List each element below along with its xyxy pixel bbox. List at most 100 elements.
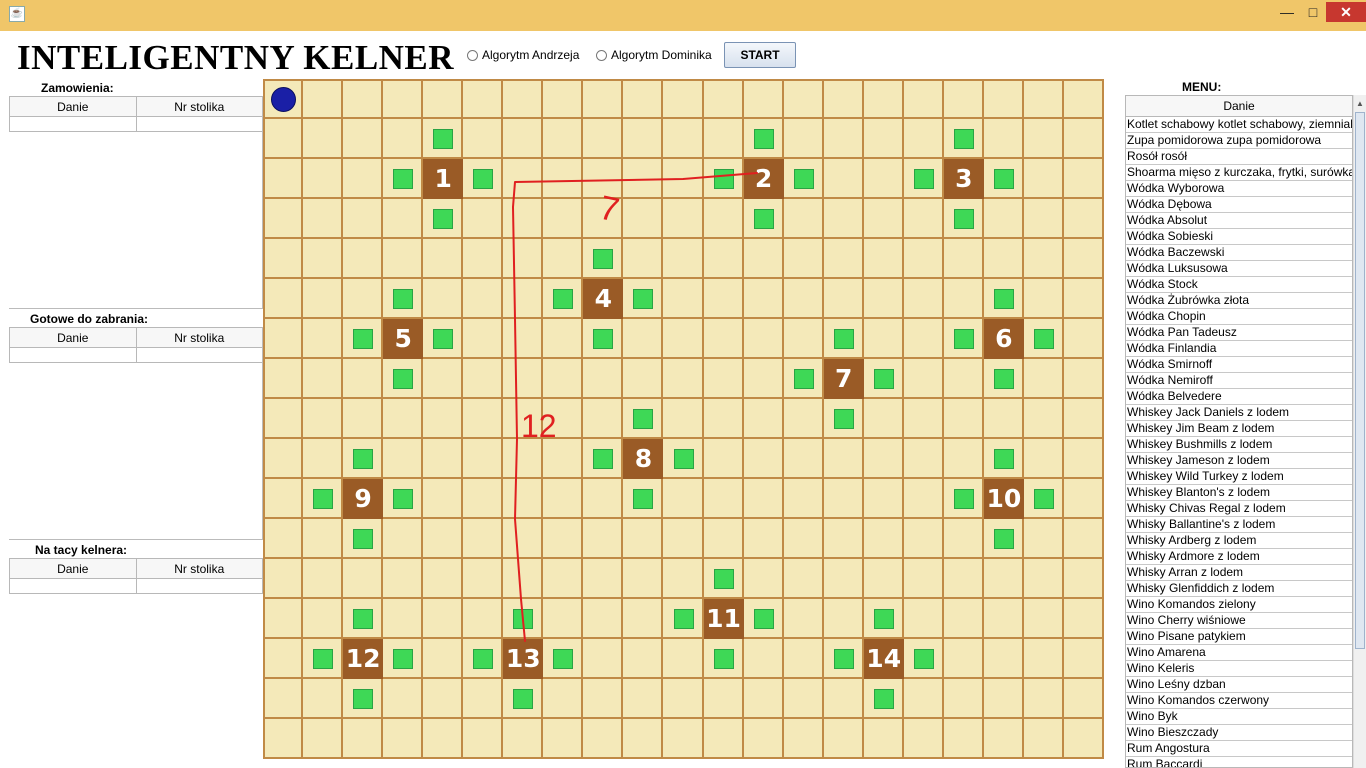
grid-cell[interactable] bbox=[743, 399, 784, 439]
grid-cell[interactable] bbox=[783, 239, 824, 279]
grid-cell[interactable] bbox=[383, 439, 424, 479]
menu-item[interactable]: Wódka Pan Tadeusz bbox=[1126, 325, 1352, 341]
grid-cell[interactable] bbox=[663, 479, 704, 519]
grid-cell[interactable] bbox=[343, 559, 384, 599]
grid-cell[interactable] bbox=[1023, 639, 1064, 679]
grid-cell[interactable] bbox=[983, 79, 1024, 119]
grid-cell[interactable] bbox=[1023, 559, 1064, 599]
grid-cell[interactable] bbox=[263, 599, 304, 639]
grid-cell[interactable] bbox=[703, 319, 744, 359]
grid-cell[interactable] bbox=[863, 559, 904, 599]
menu-item[interactable]: Wódka Sobieski bbox=[1126, 229, 1352, 245]
grid-cell[interactable] bbox=[1063, 79, 1104, 119]
menu-item[interactable]: Whiskey Jim Beam z lodem bbox=[1126, 421, 1352, 437]
grid-cell[interactable] bbox=[1063, 279, 1104, 319]
grid-cell[interactable] bbox=[263, 559, 304, 599]
grid-cell[interactable] bbox=[263, 479, 304, 519]
grid-cell[interactable] bbox=[543, 199, 584, 239]
minimize-button[interactable]: — bbox=[1274, 2, 1300, 22]
grid-cell[interactable] bbox=[983, 199, 1024, 239]
grid-cell[interactable] bbox=[1023, 599, 1064, 639]
grid-cell[interactable] bbox=[343, 199, 384, 239]
grid-cell[interactable] bbox=[503, 479, 544, 519]
grid-cell[interactable] bbox=[863, 319, 904, 359]
close-button[interactable]: ✕ bbox=[1326, 2, 1366, 22]
grid-cell[interactable] bbox=[463, 199, 504, 239]
table-9[interactable]: 9 bbox=[343, 479, 384, 519]
menu-item[interactable]: Kotlet schabowy kotlet schabowy, ziemnia… bbox=[1126, 117, 1352, 133]
grid-cell[interactable] bbox=[863, 79, 904, 119]
grid-cell[interactable] bbox=[943, 599, 984, 639]
grid-cell[interactable] bbox=[903, 279, 944, 319]
grid-cell[interactable] bbox=[583, 119, 624, 159]
grid-cell[interactable] bbox=[1023, 519, 1064, 559]
grid-cell[interactable] bbox=[863, 519, 904, 559]
grid-cell[interactable] bbox=[423, 239, 464, 279]
menu-item[interactable]: Shoarma mięso z kurczaka, frytki, surówk… bbox=[1126, 165, 1352, 181]
grid-cell[interactable] bbox=[263, 679, 304, 719]
grid-cell[interactable] bbox=[263, 199, 304, 239]
menu-item[interactable]: Wino Byk bbox=[1126, 709, 1352, 725]
grid-cell[interactable] bbox=[1063, 359, 1104, 399]
grid-cell[interactable] bbox=[263, 519, 304, 559]
grid-cell[interactable] bbox=[623, 719, 664, 759]
grid-cell[interactable] bbox=[343, 239, 384, 279]
menu-item[interactable]: Wino Komandos zielony bbox=[1126, 597, 1352, 613]
grid-cell[interactable] bbox=[383, 239, 424, 279]
menu-item[interactable]: Wódka Stock bbox=[1126, 277, 1352, 293]
grid-cell[interactable] bbox=[703, 279, 744, 319]
grid-cell[interactable] bbox=[1063, 159, 1104, 199]
grid-cell[interactable] bbox=[463, 239, 504, 279]
grid-cell[interactable] bbox=[583, 479, 624, 519]
grid-cell[interactable] bbox=[863, 719, 904, 759]
grid-cell[interactable] bbox=[743, 319, 784, 359]
restaurant-grid[interactable]: 1 2 3 4 5 6 7 8 9 10 11 12 13 14 bbox=[263, 79, 1104, 759]
grid-cell[interactable] bbox=[263, 119, 304, 159]
menu-item[interactable]: Wódka Belvedere bbox=[1126, 389, 1352, 405]
grid-cell[interactable] bbox=[783, 79, 824, 119]
grid-cell[interactable] bbox=[463, 559, 504, 599]
grid-cell[interactable] bbox=[863, 279, 904, 319]
grid-cell[interactable] bbox=[503, 319, 544, 359]
grid-cell[interactable] bbox=[543, 519, 584, 559]
grid-cell[interactable] bbox=[1063, 679, 1104, 719]
grid-cell[interactable] bbox=[983, 559, 1024, 599]
grid-cell[interactable] bbox=[263, 439, 304, 479]
grid-cell[interactable] bbox=[503, 399, 544, 439]
grid-cell[interactable] bbox=[983, 719, 1024, 759]
grid-cell[interactable] bbox=[863, 199, 904, 239]
grid-cell[interactable] bbox=[303, 519, 344, 559]
grid-cell[interactable] bbox=[1023, 239, 1064, 279]
radio-circle-icon[interactable] bbox=[596, 49, 607, 61]
menu-item[interactable]: Wódka Absolut bbox=[1126, 213, 1352, 229]
menu-item[interactable]: Whisky Arran z lodem bbox=[1126, 565, 1352, 581]
grid-cell[interactable] bbox=[543, 359, 584, 399]
grid-cell[interactable] bbox=[303, 359, 344, 399]
grid-cell[interactable] bbox=[1063, 439, 1104, 479]
grid-cell[interactable] bbox=[903, 79, 944, 119]
grid-cell[interactable] bbox=[303, 719, 344, 759]
grid-cell[interactable] bbox=[663, 519, 704, 559]
grid-cell[interactable] bbox=[743, 279, 784, 319]
grid-cell[interactable] bbox=[463, 399, 504, 439]
grid-cell[interactable] bbox=[783, 519, 824, 559]
grid-cell[interactable] bbox=[743, 79, 784, 119]
grid-cell[interactable] bbox=[303, 599, 344, 639]
grid-cell[interactable] bbox=[583, 679, 624, 719]
grid-cell[interactable] bbox=[463, 279, 504, 319]
grid-cell[interactable] bbox=[903, 319, 944, 359]
grid-cell[interactable] bbox=[1023, 79, 1064, 119]
grid-cell[interactable] bbox=[463, 79, 504, 119]
grid-cell[interactable] bbox=[423, 639, 464, 679]
scroll-up-icon[interactable]: ▲ bbox=[1354, 95, 1366, 112]
grid-cell[interactable] bbox=[703, 679, 744, 719]
grid-cell[interactable] bbox=[543, 679, 584, 719]
grid-cell[interactable] bbox=[943, 239, 984, 279]
grid-cell[interactable] bbox=[543, 239, 584, 279]
menu-item[interactable]: Wódka Chopin bbox=[1126, 309, 1352, 325]
grid-cell[interactable] bbox=[383, 199, 424, 239]
grid-cell[interactable] bbox=[623, 159, 664, 199]
menu-item[interactable]: Whiskey Wild Turkey z lodem bbox=[1126, 469, 1352, 485]
grid-cell[interactable] bbox=[943, 399, 984, 439]
grid-cell[interactable] bbox=[783, 319, 824, 359]
